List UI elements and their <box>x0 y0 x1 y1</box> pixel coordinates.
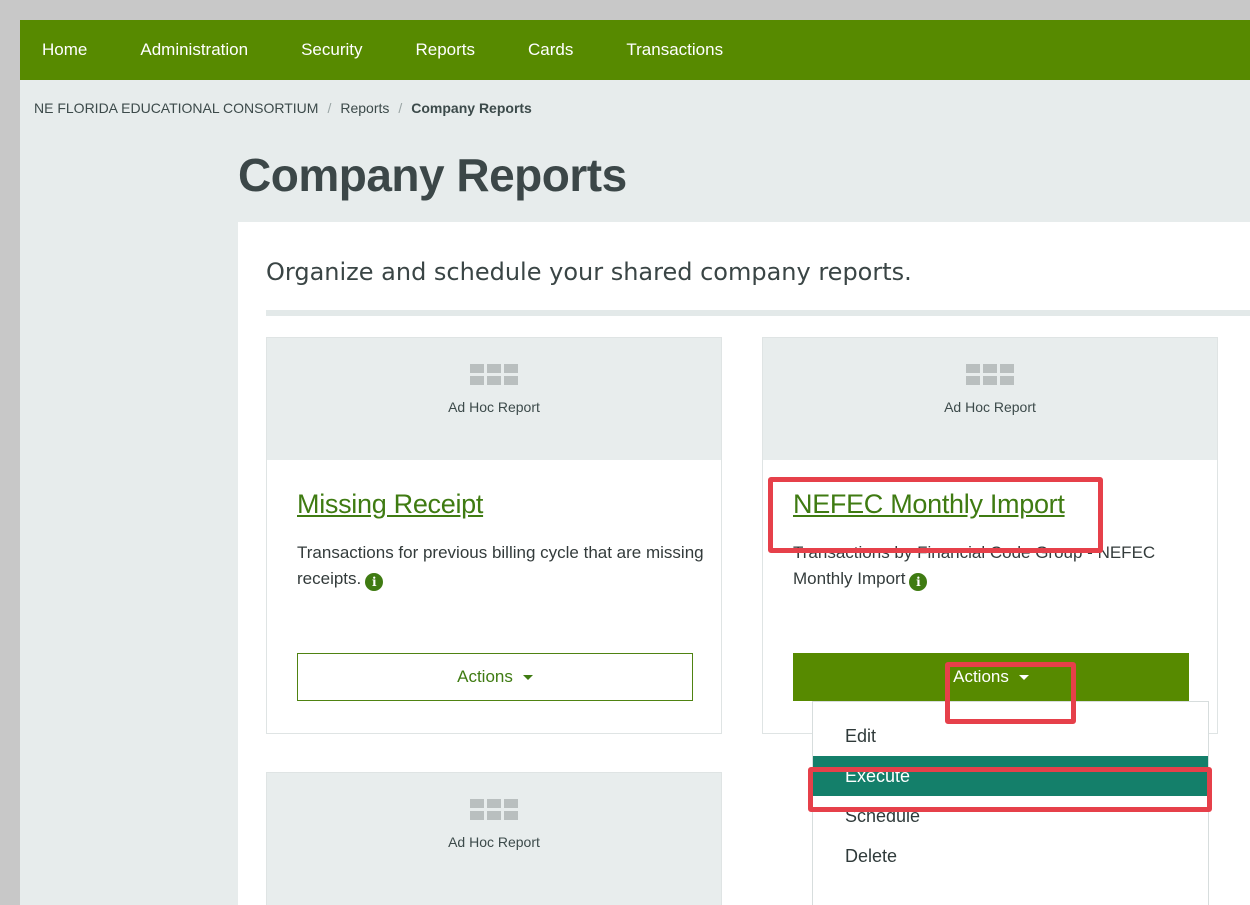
nav-security[interactable]: Security <box>301 40 362 60</box>
actions-dropdown-menu: Edit Execute Schedule Delete <box>812 701 1209 905</box>
nav-transactions[interactable]: Transactions <box>626 40 723 60</box>
actions-button[interactable]: Actions <box>793 653 1189 701</box>
report-title-link[interactable]: Missing Receipt <box>297 489 483 520</box>
menu-item-schedule[interactable]: Schedule <box>813 796 1208 836</box>
content-panel: Organize and schedule your shared compan… <box>238 222 1250 905</box>
actions-button-label: Actions <box>953 667 1009 686</box>
report-card-nefec-monthly-import: Ad Hoc Report NEFEC Monthly Import Trans… <box>762 337 1218 734</box>
grid-icon <box>470 364 518 385</box>
actions-button[interactable]: Actions <box>297 653 693 701</box>
breadcrumb-separator: / <box>327 100 332 116</box>
app-window: Home Administration Security Reports Car… <box>20 20 1250 905</box>
caret-down-icon <box>522 674 533 680</box>
section-divider <box>266 310 1250 316</box>
nav-cards[interactable]: Cards <box>528 40 573 60</box>
screenshot-border-left <box>0 0 20 905</box>
report-description-text: Transactions for previous billing cycle … <box>297 543 704 588</box>
breadcrumb-separator: / <box>398 100 403 116</box>
top-navigation: Home Administration Security Reports Car… <box>20 20 1250 80</box>
report-card-missing-receipt: Ad Hoc Report Missing Receipt Transactio… <box>266 337 722 734</box>
info-icon[interactable]: i <box>365 573 384 591</box>
report-type-label: Ad Hoc Report <box>944 399 1036 415</box>
card-header: Ad Hoc Report <box>267 338 721 460</box>
breadcrumb-org[interactable]: NE FLORIDA EDUCATIONAL CONSORTIUM <box>34 100 318 116</box>
screenshot-border-top <box>0 0 1250 20</box>
breadcrumb: NE FLORIDA EDUCATIONAL CONSORTIUM / Repo… <box>34 100 532 116</box>
menu-item-delete[interactable]: Delete <box>813 836 1208 876</box>
grid-icon <box>966 364 1014 385</box>
nav-administration[interactable]: Administration <box>140 40 248 60</box>
info-icon[interactable]: i <box>909 573 928 591</box>
breadcrumb-current: Company Reports <box>411 100 532 116</box>
grid-icon <box>470 799 518 820</box>
report-description-text: Transactions by Financial Code Group - N… <box>793 543 1156 588</box>
menu-item-execute[interactable]: Execute <box>813 756 1208 796</box>
report-description: Transactions for previous billing cycle … <box>297 540 707 592</box>
nav-reports[interactable]: Reports <box>416 40 476 60</box>
report-type-label: Ad Hoc Report <box>448 399 540 415</box>
report-card-third: Ad Hoc Report <box>266 772 722 905</box>
card-header: Ad Hoc Report <box>763 338 1217 460</box>
actions-button-label: Actions <box>457 667 513 686</box>
report-description: Transactions by Financial Code Group - N… <box>793 540 1203 592</box>
breadcrumb-reports[interactable]: Reports <box>340 100 389 116</box>
page-title: Company Reports <box>238 149 627 201</box>
report-type-label: Ad Hoc Report <box>448 834 540 850</box>
card-header: Ad Hoc Report <box>267 773 721 905</box>
caret-down-icon <box>1018 674 1029 680</box>
page-subtitle: Organize and schedule your shared compan… <box>266 258 912 286</box>
nav-home[interactable]: Home <box>42 40 87 60</box>
report-title-link[interactable]: NEFEC Monthly Import <box>793 489 1065 520</box>
menu-item-edit[interactable]: Edit <box>813 716 1208 756</box>
